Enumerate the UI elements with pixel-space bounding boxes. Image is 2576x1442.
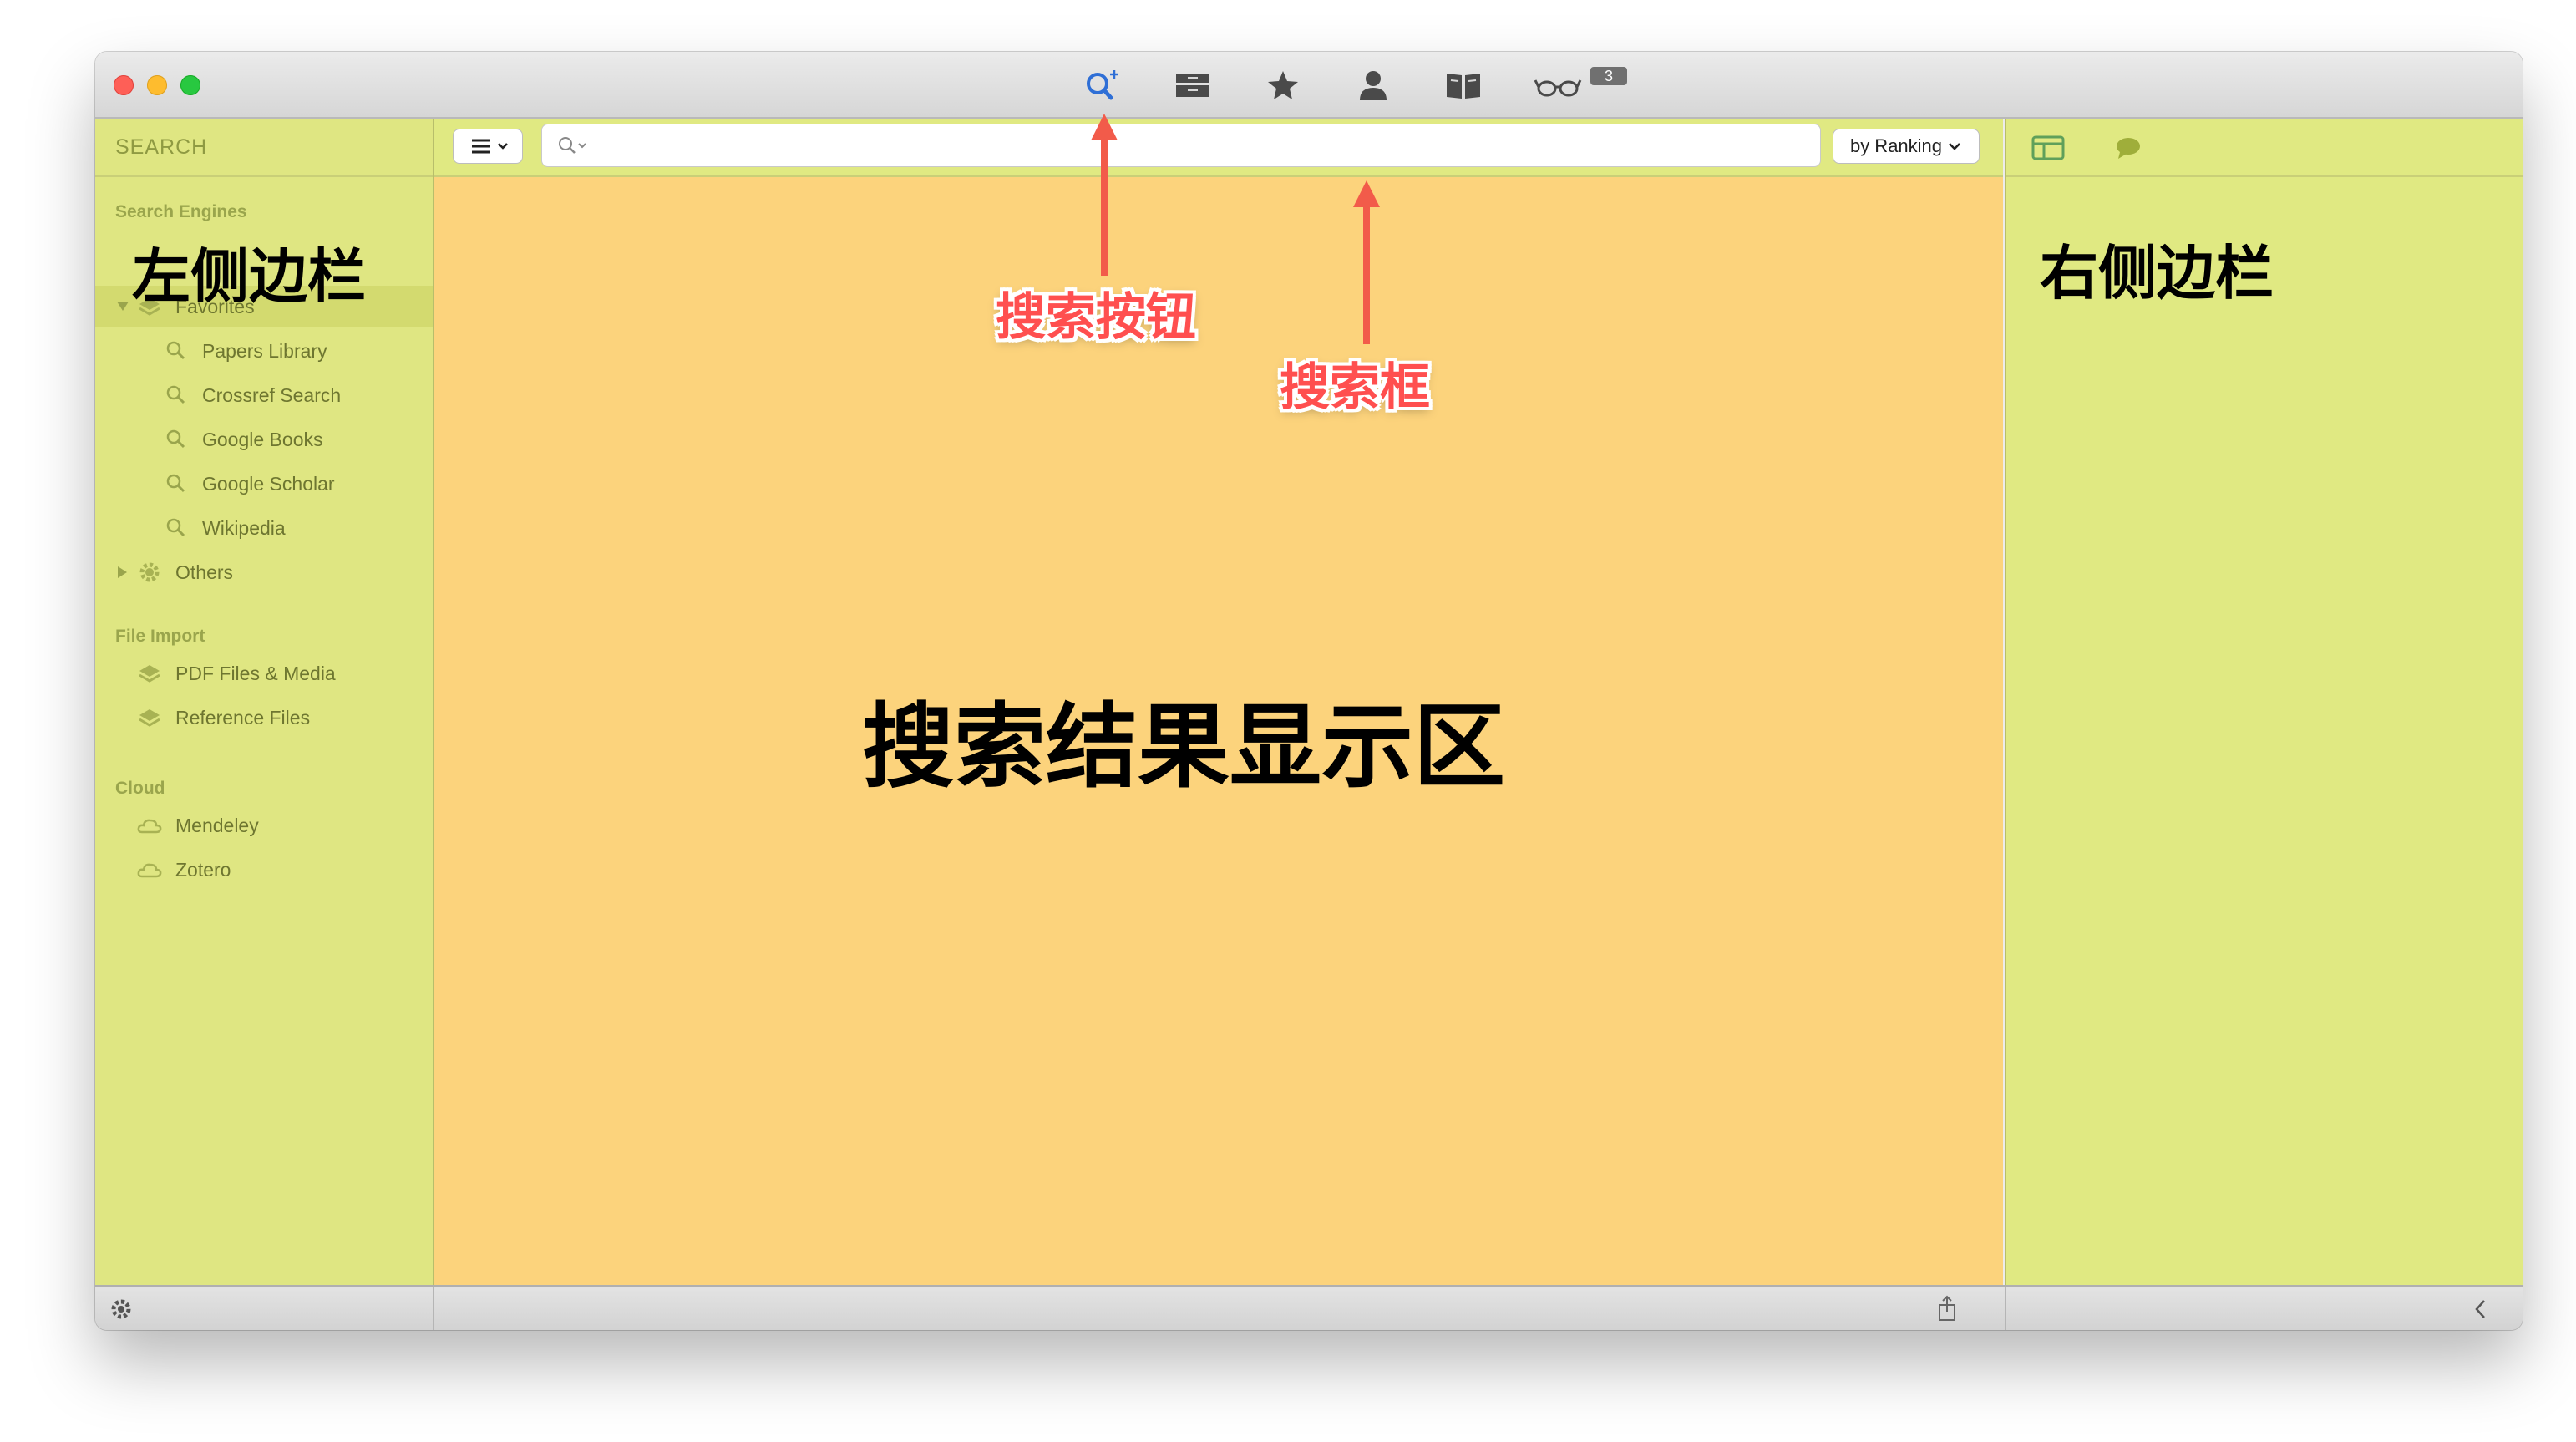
annotation-arrows <box>1091 114 1380 344</box>
annotation-search-box: 搜索框 <box>1280 359 1430 415</box>
arrow-to-search-button <box>1091 114 1118 276</box>
arrow-to-search-box <box>1353 180 1380 344</box>
annotation-search-button: 搜索按钮 <box>996 289 1196 345</box>
